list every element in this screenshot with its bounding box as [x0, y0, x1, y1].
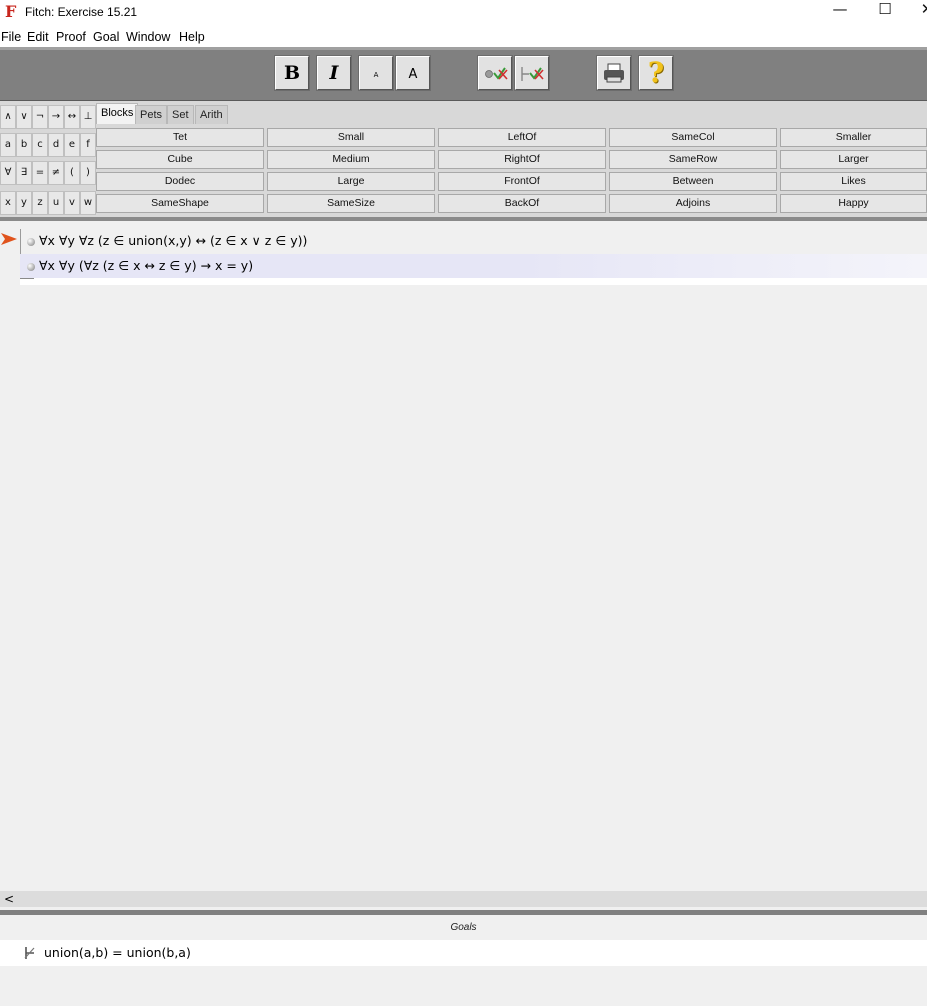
- horizontal-scrollbar[interactable]: <: [0, 891, 927, 907]
- menu-edit[interactable]: Edit: [27, 30, 49, 44]
- help-button[interactable]: ?: [639, 56, 673, 90]
- goal-text: union(a,b) = union(b,a): [44, 945, 191, 960]
- predicate-cube[interactable]: Cube: [96, 150, 264, 169]
- symbol-v[interactable]: v: [64, 191, 80, 215]
- symbol-y[interactable]: y: [16, 191, 32, 215]
- menu-window[interactable]: Window: [126, 30, 170, 44]
- step-bullet-icon: [27, 262, 35, 271]
- symbol-left-paren[interactable]: (: [64, 161, 80, 185]
- predicate-leftof[interactable]: LeftOf: [438, 128, 606, 147]
- symbol-d[interactable]: d: [48, 133, 64, 157]
- window-title: Fitch: Exercise 15.21: [25, 5, 138, 19]
- menu-file[interactable]: File: [1, 30, 21, 44]
- symbol-or[interactable]: ∨: [16, 105, 32, 129]
- goal-turnstile-icon: [24, 947, 35, 959]
- predicate-backof[interactable]: BackOf: [438, 194, 606, 213]
- check-step-icon: [485, 67, 508, 80]
- italic-button[interactable]: I: [317, 56, 351, 90]
- predicate-likes[interactable]: Likes: [780, 172, 927, 191]
- check-proof-button[interactable]: [515, 56, 549, 90]
- predicate-happy[interactable]: Happy: [780, 194, 927, 213]
- symbol-x[interactable]: x: [0, 191, 16, 215]
- symbol-and[interactable]: ∧: [0, 105, 16, 129]
- predicate-medium[interactable]: Medium: [267, 150, 435, 169]
- goals-header: Goals: [0, 915, 927, 939]
- predicate-sameshape[interactable]: SameShape: [96, 194, 264, 213]
- italic-label: I: [329, 62, 339, 84]
- small-font-label: A: [373, 71, 379, 79]
- symbol-implies[interactable]: →: [48, 105, 64, 129]
- predicate-dodec[interactable]: Dodec: [96, 172, 264, 191]
- check-proof-icon: [521, 67, 544, 81]
- toolbar: B I A A ?: [0, 50, 927, 101]
- symbol-forall[interactable]: ∀: [0, 161, 16, 185]
- symbol-b[interactable]: b: [16, 133, 32, 157]
- fitch-bar: [20, 278, 927, 285]
- predicate-smaller[interactable]: Smaller: [780, 128, 927, 147]
- fitch-bar-tick: [20, 278, 34, 279]
- premise-line-1[interactable]: ∀x ∀y ∀z (z ∈ union(x,y) ↔ (z ∈ x ∨ z ∈ …: [20, 229, 927, 253]
- symbol-not-equals[interactable]: ≠: [48, 161, 64, 185]
- small-font-button[interactable]: A: [359, 56, 393, 90]
- large-font-label: A: [408, 67, 418, 82]
- fitch-app-icon[interactable]: F: [5, 3, 16, 21]
- goal-item[interactable]: union(a,b) = union(b,a): [0, 940, 927, 966]
- symbol-bottom[interactable]: ⊥: [80, 105, 96, 129]
- large-font-button[interactable]: A: [396, 56, 430, 90]
- premise-text-1: ∀x ∀y ∀z (z ∈ union(x,y) ↔ (z ∈ x ∨ z ∈ …: [39, 233, 308, 248]
- maximize-button[interactable]: ☐: [865, 0, 905, 26]
- predicate-samesize[interactable]: SameSize: [267, 194, 435, 213]
- check-step-button[interactable]: [478, 56, 512, 90]
- symbol-not[interactable]: ¬: [32, 105, 48, 129]
- predicate-rightof[interactable]: RightOf: [438, 150, 606, 169]
- menu-help[interactable]: Help: [179, 30, 205, 44]
- predicate-samecol[interactable]: SameCol: [609, 128, 777, 147]
- symbol-right-paren[interactable]: ): [80, 161, 96, 185]
- premise-text-2: ∀x ∀y (∀z (z ∈ x ↔ z ∈ y) → x = y): [39, 258, 254, 273]
- symbol-w[interactable]: w: [80, 191, 96, 215]
- scroll-left-arrow[interactable]: <: [4, 891, 14, 907]
- predicate-between[interactable]: Between: [609, 172, 777, 191]
- symbol-equals[interactable]: =: [32, 161, 48, 185]
- predicate-large[interactable]: Large: [267, 172, 435, 191]
- symbol-c[interactable]: c: [32, 133, 48, 157]
- symbol-exists[interactable]: ∃: [16, 161, 32, 185]
- help-icon: ?: [647, 56, 665, 89]
- symbol-a[interactable]: a: [0, 133, 16, 157]
- print-button[interactable]: [597, 56, 631, 90]
- predicate-samerow[interactable]: SameRow: [609, 150, 777, 169]
- symbol-f[interactable]: f: [80, 133, 96, 157]
- tab-blocks[interactable]: Blocks: [96, 103, 139, 124]
- menu-goal[interactable]: Goal: [93, 30, 119, 44]
- predicate-tet[interactable]: Tet: [96, 128, 264, 147]
- symbol-iff[interactable]: ↔: [64, 105, 80, 129]
- close-button[interactable]: ✕: [907, 0, 927, 26]
- predicate-small[interactable]: Small: [267, 128, 435, 147]
- premise-line-2[interactable]: ∀x ∀y (∀z (z ∈ x ↔ z ∈ y) → x = y): [20, 254, 927, 278]
- symbol-z[interactable]: z: [32, 191, 48, 215]
- proof-area[interactable]: ∀x ∀y ∀z (z ∈ union(x,y) ↔ (z ∈ x ∨ z ∈ …: [0, 221, 927, 891]
- minimize-button[interactable]: —: [820, 0, 860, 26]
- predicate-adjoins[interactable]: Adjoins: [609, 194, 777, 213]
- step-bullet-icon: [27, 237, 35, 246]
- tab-arith[interactable]: Arith: [195, 105, 228, 124]
- current-line-pointer-icon: [1, 233, 17, 245]
- symbol-palette: ∧ ∨ ¬ → ↔ ⊥ a b c d e f ∀ ∃ = ≠ ( ) x y …: [0, 101, 927, 217]
- printer-icon: [604, 63, 624, 83]
- symbol-e[interactable]: e: [64, 133, 80, 157]
- menu-proof[interactable]: Proof: [56, 30, 86, 44]
- menu-bar: File Edit Proof Goal Window Help: [0, 27, 927, 47]
- predicate-frontof[interactable]: FrontOf: [438, 172, 606, 191]
- title-bar: F Fitch: Exercise 15.21 — ☐ ✕: [0, 0, 927, 27]
- tab-pets[interactable]: Pets: [135, 105, 168, 124]
- bold-label: B: [283, 62, 301, 84]
- symbol-u[interactable]: u: [48, 191, 64, 215]
- tab-set[interactable]: Set: [167, 105, 194, 124]
- predicate-larger[interactable]: Larger: [780, 150, 927, 169]
- bold-button[interactable]: B: [275, 56, 309, 90]
